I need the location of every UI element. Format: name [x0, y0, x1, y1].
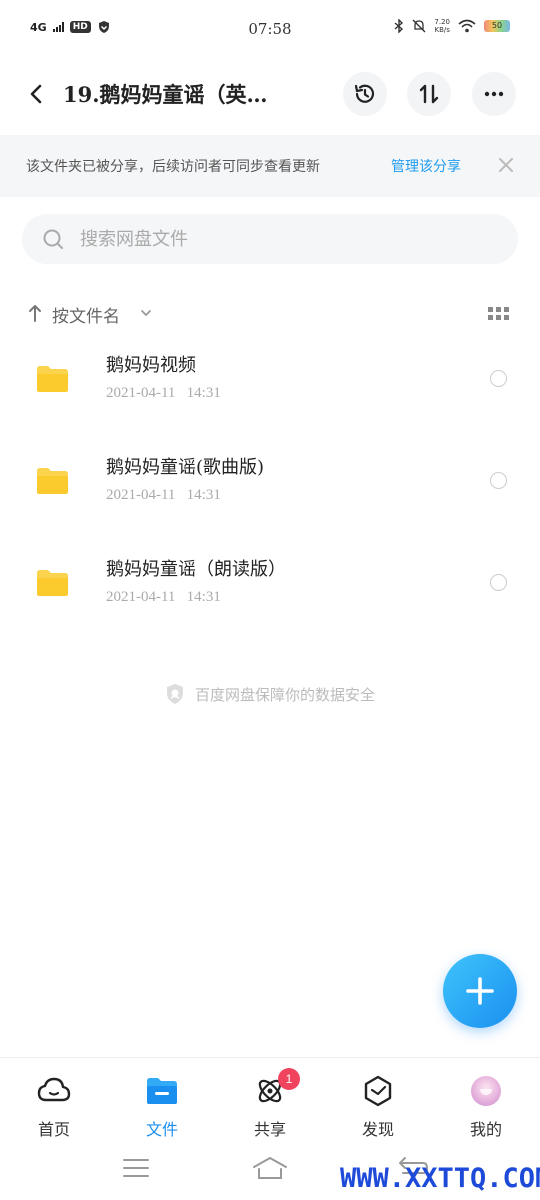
bluetooth-icon [394, 19, 404, 33]
tab-label: 文件 [145, 1120, 178, 1139]
tab-label: 发现 [361, 1120, 394, 1139]
sort-row: 按文件名 [0, 300, 540, 328]
folder-icon [37, 366, 68, 392]
file-date: 2021-04-11 14:31 [106, 487, 221, 503]
file-date: 2021-04-11 14:31 [106, 589, 221, 605]
more-icon [484, 91, 504, 97]
notification-badge: 1 [278, 1068, 300, 1090]
transfer-icon [419, 84, 439, 104]
share-banner-text: 该文件夹已被分享，后续访问者可同步查看更新 [26, 159, 320, 175]
bottom-tab-bar: 首页 文件 1 共享 发现 我的 [0, 1057, 540, 1145]
tab-label: 首页 [37, 1120, 70, 1139]
file-name: 鹅妈妈视频 [106, 355, 196, 376]
search-icon [43, 229, 63, 249]
cube-icon [361, 1074, 395, 1108]
select-radio[interactable] [490, 370, 507, 387]
status-bar: 4G HD 07:58 7.20 KB/s 50 [0, 0, 540, 60]
list-item[interactable]: 鹅妈妈视频 2021-04-11 14:31 [0, 345, 540, 435]
folder-icon [37, 468, 68, 494]
share-banner: 该文件夹已被分享，后续访问者可同步查看更新 管理该分享 [0, 135, 540, 197]
list-item[interactable]: 鹅妈妈童谣（朗读版） 2021-04-11 14:31 [0, 549, 540, 639]
shield-icon [166, 684, 183, 704]
file-name: 鹅妈妈童谣（朗读版） [106, 559, 286, 580]
battery-icon: 50 [484, 20, 510, 32]
avatar [469, 1074, 503, 1108]
chevron-left-icon [30, 84, 42, 104]
select-radio[interactable] [490, 472, 507, 489]
more-button[interactable] [472, 72, 516, 116]
back-button[interactable] [22, 80, 50, 108]
folder-tab-icon [145, 1074, 179, 1108]
mute-icon [412, 19, 426, 33]
add-button[interactable] [443, 954, 517, 1028]
menu-icon[interactable] [123, 1158, 149, 1178]
sort-by-name[interactable]: 按文件名 [52, 302, 120, 327]
watermark: WWW.XXTTQ.COM [340, 1163, 540, 1194]
list-item[interactable]: 鹅妈妈童谣(歌曲版) 2021-04-11 14:31 [0, 447, 540, 537]
history-button[interactable] [343, 72, 387, 116]
home-icon[interactable] [252, 1155, 288, 1181]
page-title: 19.鹅妈妈童谣（英… [63, 82, 268, 107]
header: 19.鹅妈妈童谣（英… [0, 70, 540, 120]
tab-mine[interactable]: 我的 [432, 1058, 540, 1146]
tab-home[interactable]: 首页 [0, 1058, 108, 1146]
search-bar[interactable] [22, 214, 518, 264]
close-icon [499, 158, 513, 172]
grid-view-icon[interactable] [488, 306, 510, 322]
tab-share[interactable]: 1 共享 [216, 1058, 324, 1146]
select-radio[interactable] [490, 574, 507, 591]
file-name: 鹅妈妈童谣(歌曲版) [106, 457, 265, 478]
speed-value: 7.20 [434, 18, 450, 26]
status-right: 7.20 KB/s 50 [394, 18, 510, 34]
manage-share-link[interactable]: 管理该分享 [391, 156, 461, 176]
security-note: 百度网盘保障你的数据安全 [0, 683, 540, 709]
arrow-up-icon[interactable] [28, 303, 42, 323]
transfer-button[interactable] [407, 72, 451, 116]
tab-files[interactable]: 文件 [108, 1058, 216, 1146]
network-speed: 7.20 KB/s [434, 18, 450, 34]
chevron-down-icon[interactable] [139, 307, 153, 319]
security-text: 百度网盘保障你的数据安全 [194, 685, 375, 704]
folder-icon [37, 570, 68, 596]
plus-icon [466, 977, 494, 1005]
file-date: 2021-04-11 14:31 [106, 385, 221, 401]
speed-unit: KB/s [434, 26, 450, 34]
search-input[interactable] [80, 214, 480, 264]
history-icon [354, 84, 375, 103]
wifi-icon [458, 19, 476, 33]
tab-label: 共享 [253, 1120, 286, 1139]
tab-label: 我的 [469, 1120, 502, 1139]
cloud-icon [37, 1074, 71, 1108]
tab-discover[interactable]: 发现 [324, 1058, 432, 1146]
banner-close-button[interactable] [497, 156, 515, 178]
